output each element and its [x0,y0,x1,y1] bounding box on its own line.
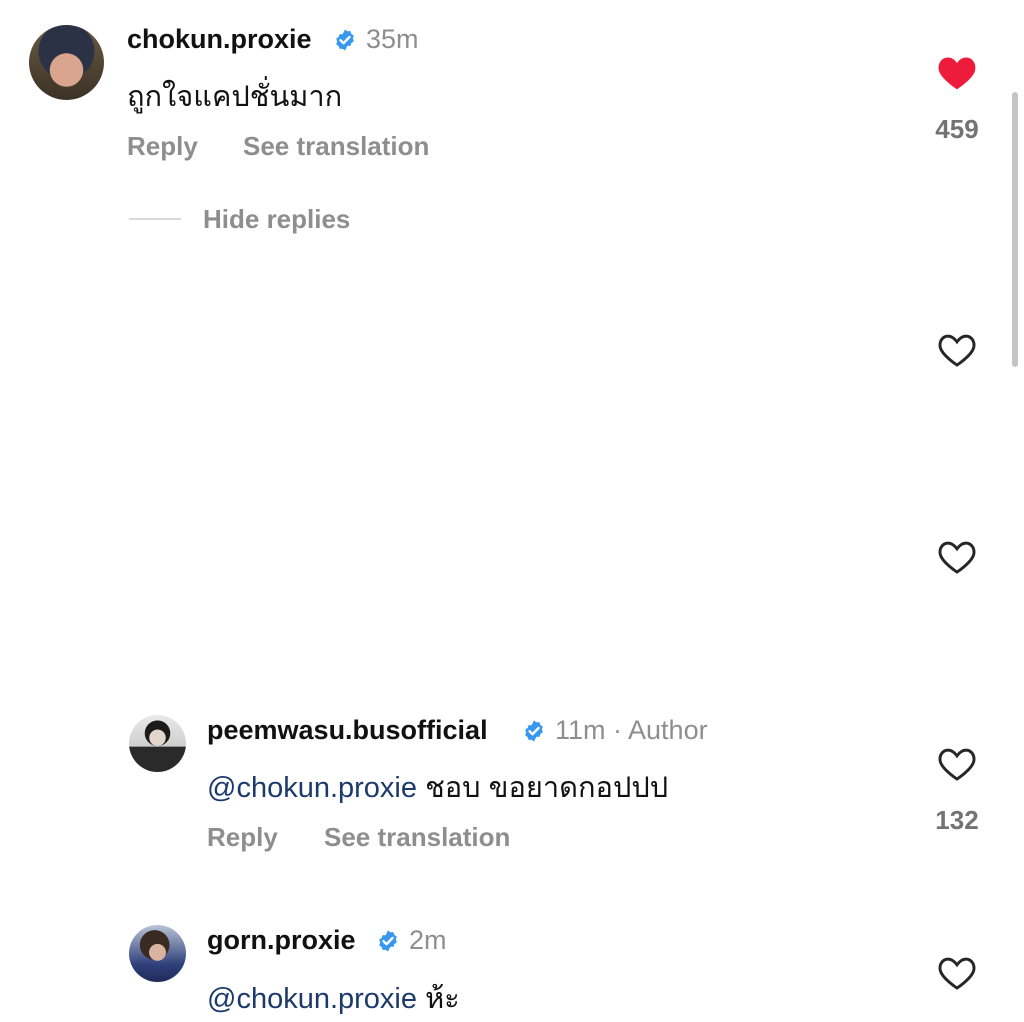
verified-badge-icon [336,29,354,51]
comment-body: ห้ะ [425,983,460,1015]
scrollbar[interactable] [1012,92,1018,367]
comment-text: @chokun.proxie ชอบ ขอยาดกอปปป [207,764,668,810]
comment-time: 2m [409,925,447,955]
comment-body: ชอบ ขอยาดกอปปป [425,772,669,804]
comment-text: @chokun.proxie ห้ะ [207,975,460,1021]
heart-icon[interactable] [937,539,977,575]
comment-time: 35m [366,24,419,54]
mention-link[interactable]: @chokun.proxie [207,983,417,1015]
avatar[interactable] [29,25,104,100]
see-translation-button[interactable]: See translation [324,822,510,853]
verified-badge-icon [379,930,397,952]
comment-username[interactable]: peemwasu.busofficial [207,715,488,746]
heart-icon[interactable] [937,332,977,368]
reply-button[interactable]: Reply [207,822,278,853]
comment-username[interactable]: chokun.proxie [127,24,312,55]
comment-username[interactable]: gorn.proxie [207,925,356,956]
reply-button[interactable]: Reply [127,131,198,162]
see-translation-button[interactable]: See translation [243,131,429,162]
hide-replies-button[interactable]: Hide replies [203,204,350,235]
like-count: 459 [935,114,979,144]
comment-time: 11m · Author [555,715,708,745]
verified-badge-icon [525,720,543,742]
comment-text: ถูกใจแคปชั่นมาก [127,81,343,113]
mention-link[interactable]: @chokun.proxie [207,772,417,804]
heart-icon[interactable] [937,746,977,782]
avatar[interactable] [129,715,186,772]
like-count: 132 [935,805,979,835]
divider [129,218,181,220]
heart-icon[interactable] [937,955,977,991]
avatar[interactable] [129,925,186,982]
heart-icon[interactable] [937,55,977,91]
